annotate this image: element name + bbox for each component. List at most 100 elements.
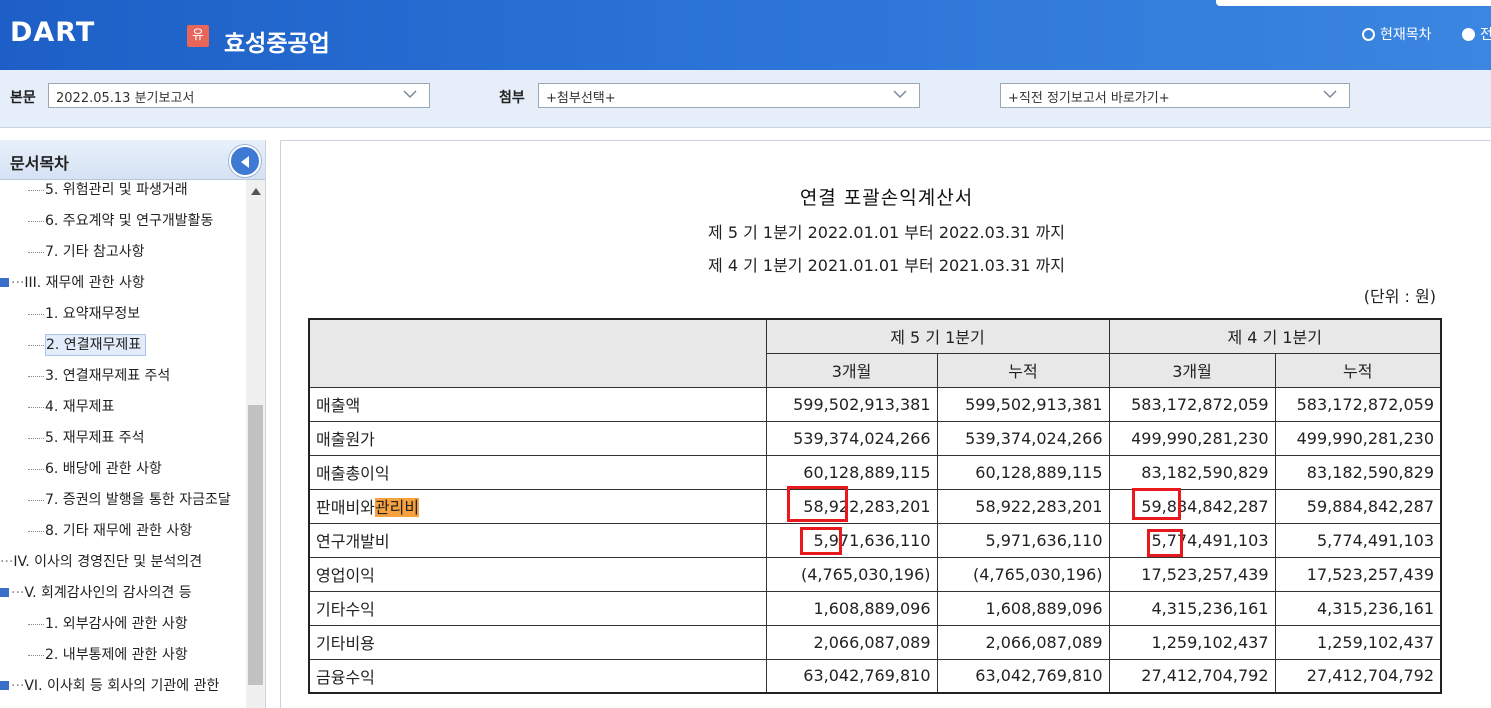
table-row: 매출원가 539,374,024,266 539,374,024,266 499,99… <box>308 420 1442 456</box>
row-label: 매출원가 <box>308 420 767 456</box>
toc-item-label: V. 회계감사인의 감사의견 등 <box>24 585 192 601</box>
toc-item[interactable]: 2. 내부통제에 관한 사항 <box>28 643 188 667</box>
radio-current-label: 현재목차 <box>1380 27 1432 43</box>
toc-connector: ··· <box>0 554 14 570</box>
value-cell: 599,502,913,381 <box>936 386 1110 422</box>
row-label: 연구개발비 <box>308 522 767 558</box>
toc-item[interactable]: 4. 재무제표 <box>28 395 114 419</box>
toc-item-label: 1. 요약재무정보 <box>45 306 141 322</box>
chevron-down-icon <box>1323 90 1337 99</box>
toc-sidebar: 문서목차 5. 위험관리 및 파생거래 6. 주요계약 및 연구개발활동 7. 기타… <box>0 140 266 708</box>
dart-logo[interactable]: DART <box>10 17 95 48</box>
prev-report-value: +직전 정기보고서 바로가기+ <box>1008 91 1170 106</box>
value-cell: 539,374,024,266 <box>765 420 938 456</box>
market-badge: 유 <box>187 25 209 47</box>
toc-item[interactable]: 2. 연결재무제표 <box>28 333 147 357</box>
search-highlight: 관리비 <box>374 498 420 517</box>
toc-item[interactable]: 5. 위험관리 및 파생거래 <box>28 180 188 202</box>
toc-node-icon[interactable] <box>0 588 9 597</box>
value-cell: (4,765,030,196) <box>936 556 1110 592</box>
value-cell: 63,042,769,810 <box>936 658 1110 694</box>
toc-item-label: 4. 재무제표 <box>45 399 115 415</box>
annotation-box <box>1147 529 1183 557</box>
value-cell: 59,884,842,287 <box>1274 488 1442 524</box>
attach-select[interactable]: +첨부선택+ <box>538 83 920 108</box>
value-cell: 2,066,087,089 <box>765 624 938 660</box>
toc-item[interactable]: ···V. 회계감사인의 감사의견 등 <box>0 581 192 605</box>
value-cell: 583,172,872,059 <box>1108 386 1276 422</box>
toc-item[interactable]: ···VI. 이사회 등 회사의 기관에 관한 <box>0 674 219 698</box>
unit-label: (단위 : 원) <box>1363 287 1436 306</box>
top-header: DART 유 효성중공업 현재목차 전 <box>0 0 1491 70</box>
toc-item-label: III. 재무에 관한 사항 <box>24 275 145 291</box>
toc-item[interactable]: 1. 요약재무정보 <box>28 302 140 326</box>
attach-value: +첨부선택+ <box>546 91 616 106</box>
toc-item-label: 3. 연결재무제표 주석 <box>45 368 171 384</box>
table-row: 매출총이익 60,128,889,115 60,128,889,115 83,182,… <box>308 454 1442 490</box>
value-cell: 1,259,102,437 <box>1108 624 1276 660</box>
toc-item[interactable]: 5. 재무제표 주석 <box>28 426 145 450</box>
annotation-box <box>787 486 848 522</box>
table-row: 판매비와관리비 58,922,283,201 58,922,283,201 59,88… <box>308 488 1442 524</box>
main-report-select[interactable]: 2022.05.13 분기보고서 <box>48 83 430 108</box>
col-group-current: 제 5 기 1분기 <box>765 318 1110 354</box>
chevron-down-icon <box>403 90 417 99</box>
value-cell: 1,608,889,096 <box>936 590 1110 626</box>
table-row: 매출액 599,502,913,381 599,502,913,381 583,172… <box>308 386 1442 422</box>
value-cell: 5,774,491,103 <box>1274 522 1442 558</box>
toc-item[interactable]: 6. 배당에 관한 사항 <box>28 457 162 481</box>
col-3m: 3개월 <box>765 352 938 388</box>
toc-item-label: 5. 위험관리 및 파생거래 <box>45 182 188 198</box>
row-label: 기타수익 <box>308 590 767 626</box>
toc-item-label: 2. 내부통제에 관한 사항 <box>45 647 188 663</box>
value-cell: 599,502,913,381 <box>765 386 938 422</box>
value-cell: 83,182,590,829 <box>1274 454 1442 490</box>
scroll-up-icon[interactable] <box>251 188 261 195</box>
toc-node-icon[interactable] <box>0 681 9 690</box>
toc-item-label: VI. 이사회 등 회사의 기관에 관한 <box>24 678 220 694</box>
statement-title: 연결 포괄손익계산서 <box>799 187 974 209</box>
toc-scrollbar[interactable] <box>246 180 265 708</box>
header-blank <box>308 318 767 388</box>
chevron-down-icon <box>893 90 907 99</box>
radio-current-toc[interactable]: 현재목차 <box>1362 24 1432 44</box>
value-cell: 583,172,872,059 <box>1274 386 1442 422</box>
value-cell: 17,523,257,439 <box>1108 556 1276 592</box>
value-cell: 2,066,087,089 <box>936 624 1110 660</box>
table-row: 금융수익 63,042,769,810 63,042,769,810 27,412,7… <box>308 658 1442 694</box>
main-label: 본문 <box>10 90 36 106</box>
col-3m: 3개월 <box>1108 352 1276 388</box>
value-cell: 17,523,257,439 <box>1274 556 1442 592</box>
toc-item-label: 6. 주요계약 및 연구개발활동 <box>45 213 214 229</box>
income-statement-table: 제 5 기 1분기 제 4 기 1분기 3개월 누적 3개월 누적 매출액 599… <box>308 318 1442 694</box>
toc-item[interactable]: 1. 외부감사에 관한 사항 <box>28 612 188 636</box>
table-row: 연구개발비 5,971,636,110 5,971,636,110 5,774,491… <box>308 522 1442 558</box>
company-name: 효성중공업 <box>224 31 330 57</box>
toc-item-label: 8. 기타 재무에 관한 사항 <box>45 523 193 539</box>
radio-all-toc[interactable]: 전 <box>1462 24 1491 44</box>
logo-text: DART <box>10 17 96 48</box>
toc-item[interactable]: 3. 연결재무제표 주석 <box>28 364 170 388</box>
scroll-thumb[interactable] <box>248 405 263 685</box>
value-cell: 4,315,236,161 <box>1274 590 1442 626</box>
toc-item[interactable]: ···IV. 이사의 경영진단 및 분석의견 <box>0 550 202 574</box>
toc-item[interactable]: 6. 주요계약 및 연구개발활동 <box>28 209 213 233</box>
value-cell: 1,259,102,437 <box>1274 624 1442 660</box>
toc-item[interactable]: ···III. 재무에 관한 사항 <box>0 271 145 295</box>
top-search-box[interactable] <box>1216 0 1491 6</box>
collapse-sidebar-button[interactable] <box>229 145 261 177</box>
toc-item[interactable]: 7. 기타 참고사항 <box>28 240 145 264</box>
value-cell: 5,971,636,110 <box>936 522 1110 558</box>
row-label-text: 판매비와 <box>316 498 375 517</box>
toc-item-label: 6. 배당에 관한 사항 <box>45 461 162 477</box>
report-toolbar: 본문 2022.05.13 분기보고서 첨부 +첨부선택+ +직전 정기보고서 … <box>0 70 1491 128</box>
table-row: 기타비용 2,066,087,089 2,066,087,089 1,259,102,… <box>308 624 1442 660</box>
toc-node-icon[interactable] <box>0 278 9 287</box>
toc-item[interactable]: 7. 증권의 발행을 통한 자금조달 <box>28 488 231 512</box>
col-cumulative: 누적 <box>1274 352 1442 388</box>
col-cumulative: 누적 <box>936 352 1110 388</box>
toc-item[interactable]: 8. 기타 재무에 관한 사항 <box>28 519 192 543</box>
row-label: 판매비와관리비 <box>308 488 767 524</box>
prev-report-select[interactable]: +직전 정기보고서 바로가기+ <box>1000 83 1350 108</box>
period-previous: 제 4 기 1분기 2021.01.01 부터 2021.03.31 까지 <box>708 256 1065 275</box>
